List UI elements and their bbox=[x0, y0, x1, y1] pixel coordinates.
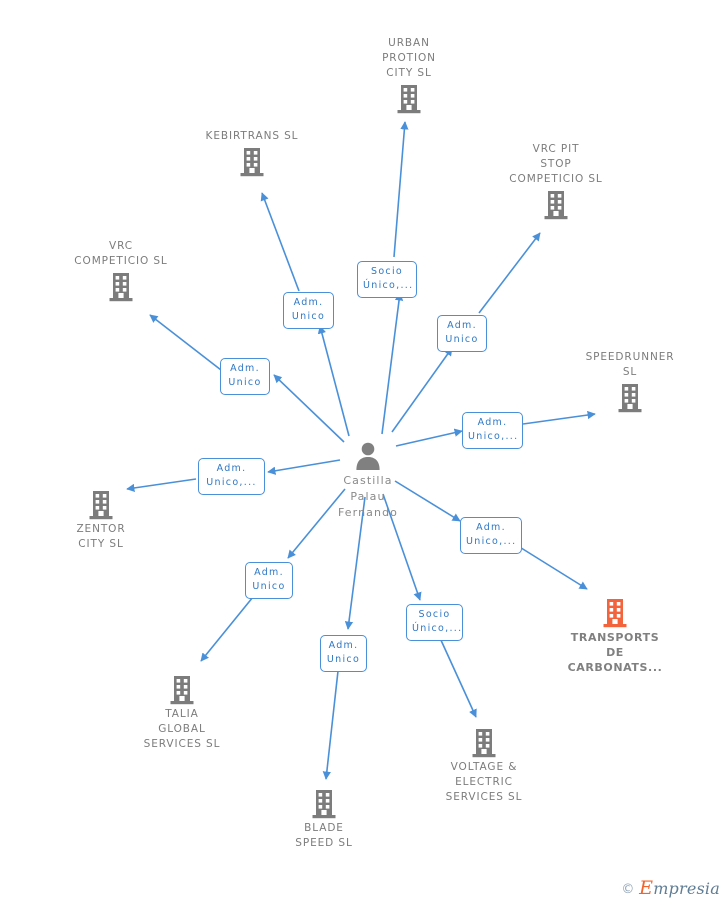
edge-label-voltage-electric-services[interactable]: Socio Único,... bbox=[406, 604, 463, 641]
edge-line-vrc-pit-stop bbox=[391, 347, 453, 433]
building-icon bbox=[555, 383, 705, 413]
node-vrc-competicio[interactable]: VRC COMPETICIO SL bbox=[46, 239, 196, 302]
edge-label-zentor-city[interactable]: Adm. Unico,... bbox=[198, 458, 265, 495]
edge-label-blade-speed[interactable]: Adm. Unico bbox=[320, 635, 367, 672]
node-label-kebirtrans: KEBIRTRANS SL bbox=[205, 130, 299, 142]
node-vrc-pit-stop-competicio[interactable]: VRC PIT STOP COMPETICIO SL bbox=[481, 142, 631, 220]
node-speedrunner[interactable]: SPEEDRUNNER SL bbox=[555, 350, 705, 413]
edge-line-vrc-competicio bbox=[273, 374, 345, 443]
node-blade-speed[interactable]: BLADE SPEED SL bbox=[249, 789, 399, 851]
relationship-diagram-canvas: Castilla Palau Fernando URBAN PROTION CI… bbox=[0, 0, 728, 905]
empresia-logo: Empresia bbox=[639, 879, 720, 898]
edge-line-talia-global-services-2 bbox=[200, 596, 254, 662]
node-talia-global-services[interactable]: TALIA GLOBAL SERVICES SL bbox=[107, 675, 257, 752]
building-icon bbox=[540, 598, 690, 628]
node-label-zentor-city: ZENTOR CITY SL bbox=[76, 523, 126, 550]
person-icon bbox=[293, 440, 443, 470]
edge-label-kebirtrans[interactable]: Adm. Unico bbox=[283, 292, 334, 329]
edge-line-kebirtrans bbox=[317, 325, 350, 437]
building-icon bbox=[177, 147, 327, 177]
edge-label-talia-global-services[interactable]: Adm. Unico bbox=[245, 562, 293, 599]
edge-line-vrc-pit-stop-2 bbox=[478, 232, 541, 314]
edge-label-urban-protion-city[interactable]: Socio Único,... bbox=[357, 261, 417, 298]
edge-line-kebirtrans-2 bbox=[260, 192, 300, 292]
building-icon bbox=[334, 84, 484, 114]
building-icon bbox=[26, 490, 176, 520]
edge-label-transports-de-carbonats[interactable]: Adm. Unico,... bbox=[460, 517, 522, 554]
center-person-label: Castilla Palau Fernando bbox=[337, 474, 399, 519]
node-label-vrc-competicio: VRC COMPETICIO SL bbox=[74, 240, 168, 267]
edge-line-urban-protion-city bbox=[381, 292, 404, 435]
node-zentor-city[interactable]: ZENTOR CITY SL bbox=[26, 490, 176, 552]
edge-line-urban-protion-city-2 bbox=[393, 121, 409, 258]
node-kebirtrans[interactable]: KEBIRTRANS SL bbox=[177, 129, 327, 177]
node-urban-protion-city[interactable]: URBAN PROTION CITY SL bbox=[334, 36, 484, 114]
node-label-talia-global-services: TALIA GLOBAL SERVICES SL bbox=[143, 708, 221, 750]
empresia-logo-rest: mpresia bbox=[653, 879, 720, 898]
watermark-empresia: © Empresia bbox=[621, 879, 720, 899]
empresia-logo-initial: E bbox=[639, 877, 654, 899]
building-icon bbox=[107, 675, 257, 705]
building-icon bbox=[249, 789, 399, 819]
node-voltage-electric-services[interactable]: VOLTAGE & ELECTRIC SERVICES SL bbox=[409, 728, 559, 805]
node-label-speedrunner: SPEEDRUNNER SL bbox=[585, 351, 675, 378]
node-label-urban-protion-city: URBAN PROTION CITY SL bbox=[382, 37, 436, 79]
node-label-transports-de-carbonats: TRANSPORTS DE CARBONATS... bbox=[567, 631, 663, 674]
edge-label-vrc-pit-stop-competicio[interactable]: Adm. Unico bbox=[437, 315, 487, 352]
node-transports-de-carbonats[interactable]: TRANSPORTS DE CARBONATS... bbox=[540, 598, 690, 675]
building-icon bbox=[481, 190, 631, 220]
node-label-blade-speed: BLADE SPEED SL bbox=[295, 822, 353, 849]
edge-line-zentor-city-2 bbox=[126, 478, 197, 493]
node-label-vrc-pit-stop-competicio: VRC PIT STOP COMPETICIO SL bbox=[509, 143, 603, 185]
building-icon bbox=[409, 728, 559, 758]
center-person-node[interactable]: Castilla Palau Fernando bbox=[293, 440, 443, 521]
building-icon bbox=[46, 272, 196, 302]
edge-label-speedrunner[interactable]: Adm. Unico,... bbox=[462, 412, 523, 449]
node-label-voltage-electric-services: VOLTAGE & ELECTRIC SERVICES SL bbox=[445, 761, 523, 803]
edge-label-vrc-competicio[interactable]: Adm. Unico bbox=[220, 358, 270, 395]
edge-line-blade-speed-2 bbox=[322, 670, 339, 780]
edge-line-speedrunner-2 bbox=[522, 410, 596, 425]
edge-line-voltage-electric-services-2 bbox=[439, 637, 477, 718]
edge-line-vrc-competicio-2 bbox=[149, 314, 222, 371]
copyright-icon: © bbox=[621, 882, 635, 897]
edge-line-transports-de-carbonats-2 bbox=[517, 545, 588, 590]
